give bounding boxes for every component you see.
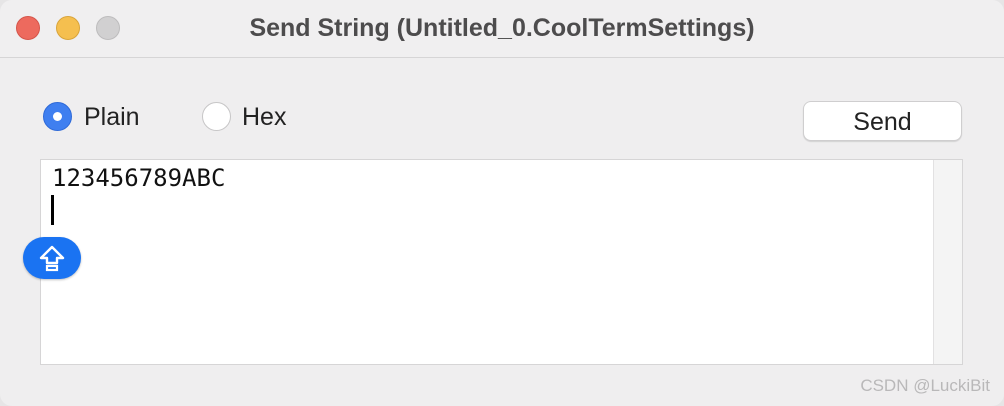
string-text-content: 123456789ABC [52,164,226,192]
send-string-window: Send String (Untitled_0.CoolTermSettings… [0,0,1004,406]
string-text-area[interactable]: 123456789ABC [40,159,963,365]
send-button[interactable]: Send [803,101,962,141]
window-title: Send String (Untitled_0.CoolTermSettings… [249,14,755,42]
plain-radio-label[interactable]: Plain [84,100,140,134]
hex-radio-button[interactable] [202,102,231,131]
vertical-scrollbar[interactable] [933,160,962,364]
caps-lock-indicator [23,237,81,279]
plain-radio-button[interactable] [43,102,72,131]
text-caret [51,195,54,225]
watermark-text: CSDN @LuckiBit [860,376,990,395]
title-bar: Send String (Untitled_0.CoolTermSettings… [0,0,1004,58]
hex-radio-label[interactable]: Hex [242,100,286,134]
